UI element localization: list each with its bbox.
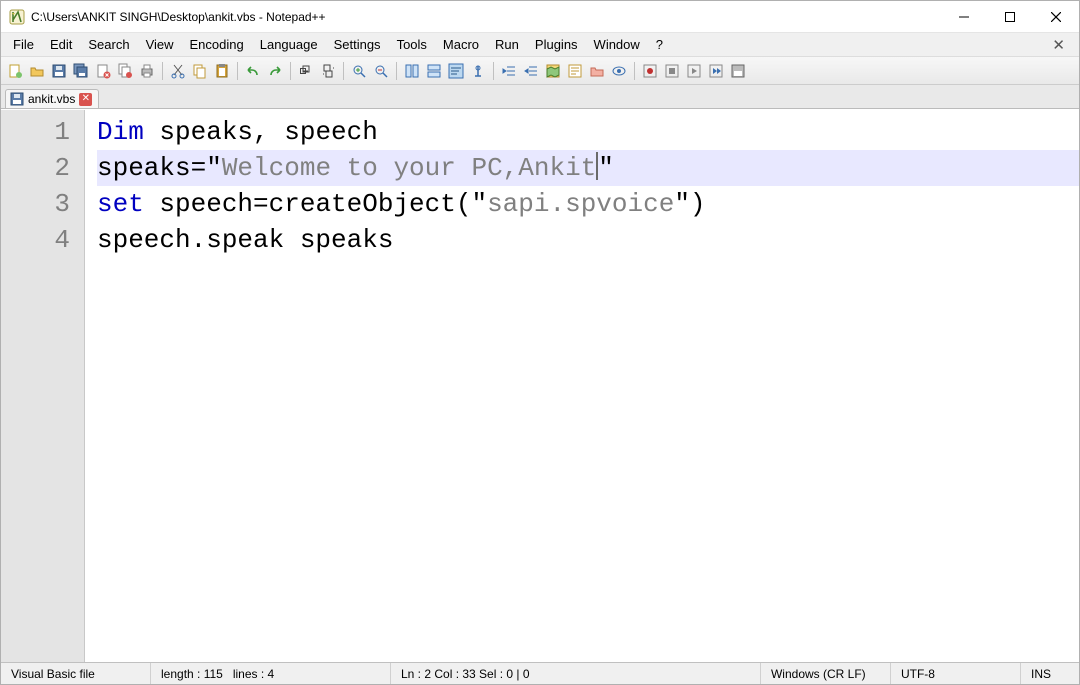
title-bar: C:\Users\ANKIT SINGH\Desktop\ankit.vbs -… xyxy=(1,1,1079,33)
status-length: length : 115 lines : 4 xyxy=(151,663,391,684)
doc-map-icon[interactable] xyxy=(543,61,563,81)
status-mode: INS xyxy=(1021,663,1079,684)
new-file-icon[interactable] xyxy=(5,61,25,81)
tab-filename: ankit.vbs xyxy=(28,92,75,106)
status-encoding: UTF-8 xyxy=(891,663,1021,684)
toolbar-separator xyxy=(290,62,291,80)
code-line[interactable]: speaks="Welcome to your PC,Ankit" xyxy=(97,150,1079,186)
menu-settings[interactable]: Settings xyxy=(326,35,389,54)
undo-icon[interactable] xyxy=(243,61,263,81)
code-token: Welcome to your PC,Ankit xyxy=(222,153,596,183)
wrap-icon[interactable] xyxy=(446,61,466,81)
status-filetype: Visual Basic file xyxy=(1,663,151,684)
save-macro-icon[interactable] xyxy=(728,61,748,81)
mdi-close-icon[interactable]: ✕ xyxy=(1042,36,1075,54)
code-token: " xyxy=(471,189,487,219)
code-line[interactable]: set speech=createObject("sapi.spvoice") xyxy=(97,186,1079,222)
menu-run[interactable]: Run xyxy=(487,35,527,54)
maximize-button[interactable] xyxy=(987,1,1033,32)
func-list-icon[interactable] xyxy=(565,61,585,81)
line-number: 3 xyxy=(1,186,84,222)
zoom-out-icon[interactable] xyxy=(371,61,391,81)
toolbar-separator xyxy=(343,62,344,80)
line-number: 4 xyxy=(1,222,84,258)
menu-file[interactable]: File xyxy=(5,35,42,54)
line-number: 2 xyxy=(1,150,84,186)
status-lines-label: lines : 4 xyxy=(233,667,274,681)
code-token: set xyxy=(97,189,144,219)
code-token: " xyxy=(674,189,690,219)
redo-icon[interactable] xyxy=(265,61,285,81)
status-length-label: length : 115 xyxy=(161,667,223,681)
cut-icon[interactable] xyxy=(168,61,188,81)
find-icon[interactable] xyxy=(296,61,316,81)
code-token: speaks, speech xyxy=(144,117,378,147)
code-token: Dim xyxy=(97,117,144,147)
code-token: " xyxy=(206,153,222,183)
indent-icon[interactable] xyxy=(499,61,519,81)
menu-macro[interactable]: Macro xyxy=(435,35,487,54)
toolbar-separator xyxy=(396,62,397,80)
replace-icon[interactable] xyxy=(318,61,338,81)
menu-edit[interactable]: Edit xyxy=(42,35,80,54)
minimize-button[interactable] xyxy=(941,1,987,32)
stop-macro-icon[interactable] xyxy=(662,61,682,81)
paste-icon[interactable] xyxy=(212,61,232,81)
code-token: speaks= xyxy=(97,153,206,183)
code-token: speech=createObject( xyxy=(144,189,472,219)
menu-encoding[interactable]: Encoding xyxy=(182,35,252,54)
tab-strip: ankit.vbs ✕ xyxy=(1,85,1079,109)
line-number: 1 xyxy=(1,114,84,150)
app-icon xyxy=(9,9,25,25)
save-icon[interactable] xyxy=(49,61,69,81)
status-bar: Visual Basic file length : 115 lines : 4… xyxy=(1,662,1079,684)
show-all-chars-icon[interactable] xyxy=(468,61,488,81)
toolbar-separator xyxy=(634,62,635,80)
menu-plugins[interactable]: Plugins xyxy=(527,35,586,54)
play-multi-icon[interactable] xyxy=(706,61,726,81)
code-area[interactable]: Dim speaks, speechspeaks="Welcome to you… xyxy=(85,110,1079,662)
code-token: ) xyxy=(690,189,706,219)
save-all-icon[interactable] xyxy=(71,61,91,81)
menu-view[interactable]: View xyxy=(138,35,182,54)
menu-search[interactable]: Search xyxy=(80,35,137,54)
menu-tools[interactable]: Tools xyxy=(389,35,435,54)
code-token: sapi.spvoice xyxy=(487,189,674,219)
menu-bar: File Edit Search View Encoding Language … xyxy=(1,33,1079,57)
file-tab[interactable]: ankit.vbs ✕ xyxy=(5,89,99,108)
sync-h-icon[interactable] xyxy=(424,61,444,81)
toolbar-separator xyxy=(237,62,238,80)
status-position: Ln : 2 Col : 33 Sel : 0 | 0 xyxy=(391,663,761,684)
menu-language[interactable]: Language xyxy=(252,35,326,54)
menu-window[interactable]: Window xyxy=(586,35,648,54)
code-token: " xyxy=(598,153,614,183)
record-macro-icon[interactable] xyxy=(640,61,660,81)
tab-close-icon[interactable]: ✕ xyxy=(79,93,92,106)
open-file-icon[interactable] xyxy=(27,61,47,81)
status-eol: Windows (CR LF) xyxy=(761,663,891,684)
code-line[interactable]: Dim speaks, speech xyxy=(97,114,1079,150)
window-title: C:\Users\ANKIT SINGH\Desktop\ankit.vbs -… xyxy=(31,10,326,24)
code-line[interactable]: speech.speak speaks xyxy=(97,222,1079,258)
line-number-gutter: 1234 xyxy=(1,110,85,662)
toolbar-separator xyxy=(162,62,163,80)
close-all-icon[interactable] xyxy=(115,61,135,81)
menu-help[interactable]: ? xyxy=(648,35,671,54)
code-token: speech.speak speaks xyxy=(97,225,393,255)
toolbar-separator xyxy=(493,62,494,80)
editor: 1234 Dim speaks, speechspeaks="Welcome t… xyxy=(1,109,1079,662)
toolbar xyxy=(1,57,1079,85)
outdent-icon[interactable] xyxy=(521,61,541,81)
close-button[interactable] xyxy=(1033,1,1079,32)
sync-v-icon[interactable] xyxy=(402,61,422,81)
play-macro-icon[interactable] xyxy=(684,61,704,81)
monitor-icon[interactable] xyxy=(609,61,629,81)
save-icon xyxy=(10,92,24,106)
zoom-in-icon[interactable] xyxy=(349,61,369,81)
window-buttons xyxy=(941,1,1079,32)
folder-icon[interactable] xyxy=(587,61,607,81)
print-icon[interactable] xyxy=(137,61,157,81)
close-file-icon[interactable] xyxy=(93,61,113,81)
copy-icon[interactable] xyxy=(190,61,210,81)
